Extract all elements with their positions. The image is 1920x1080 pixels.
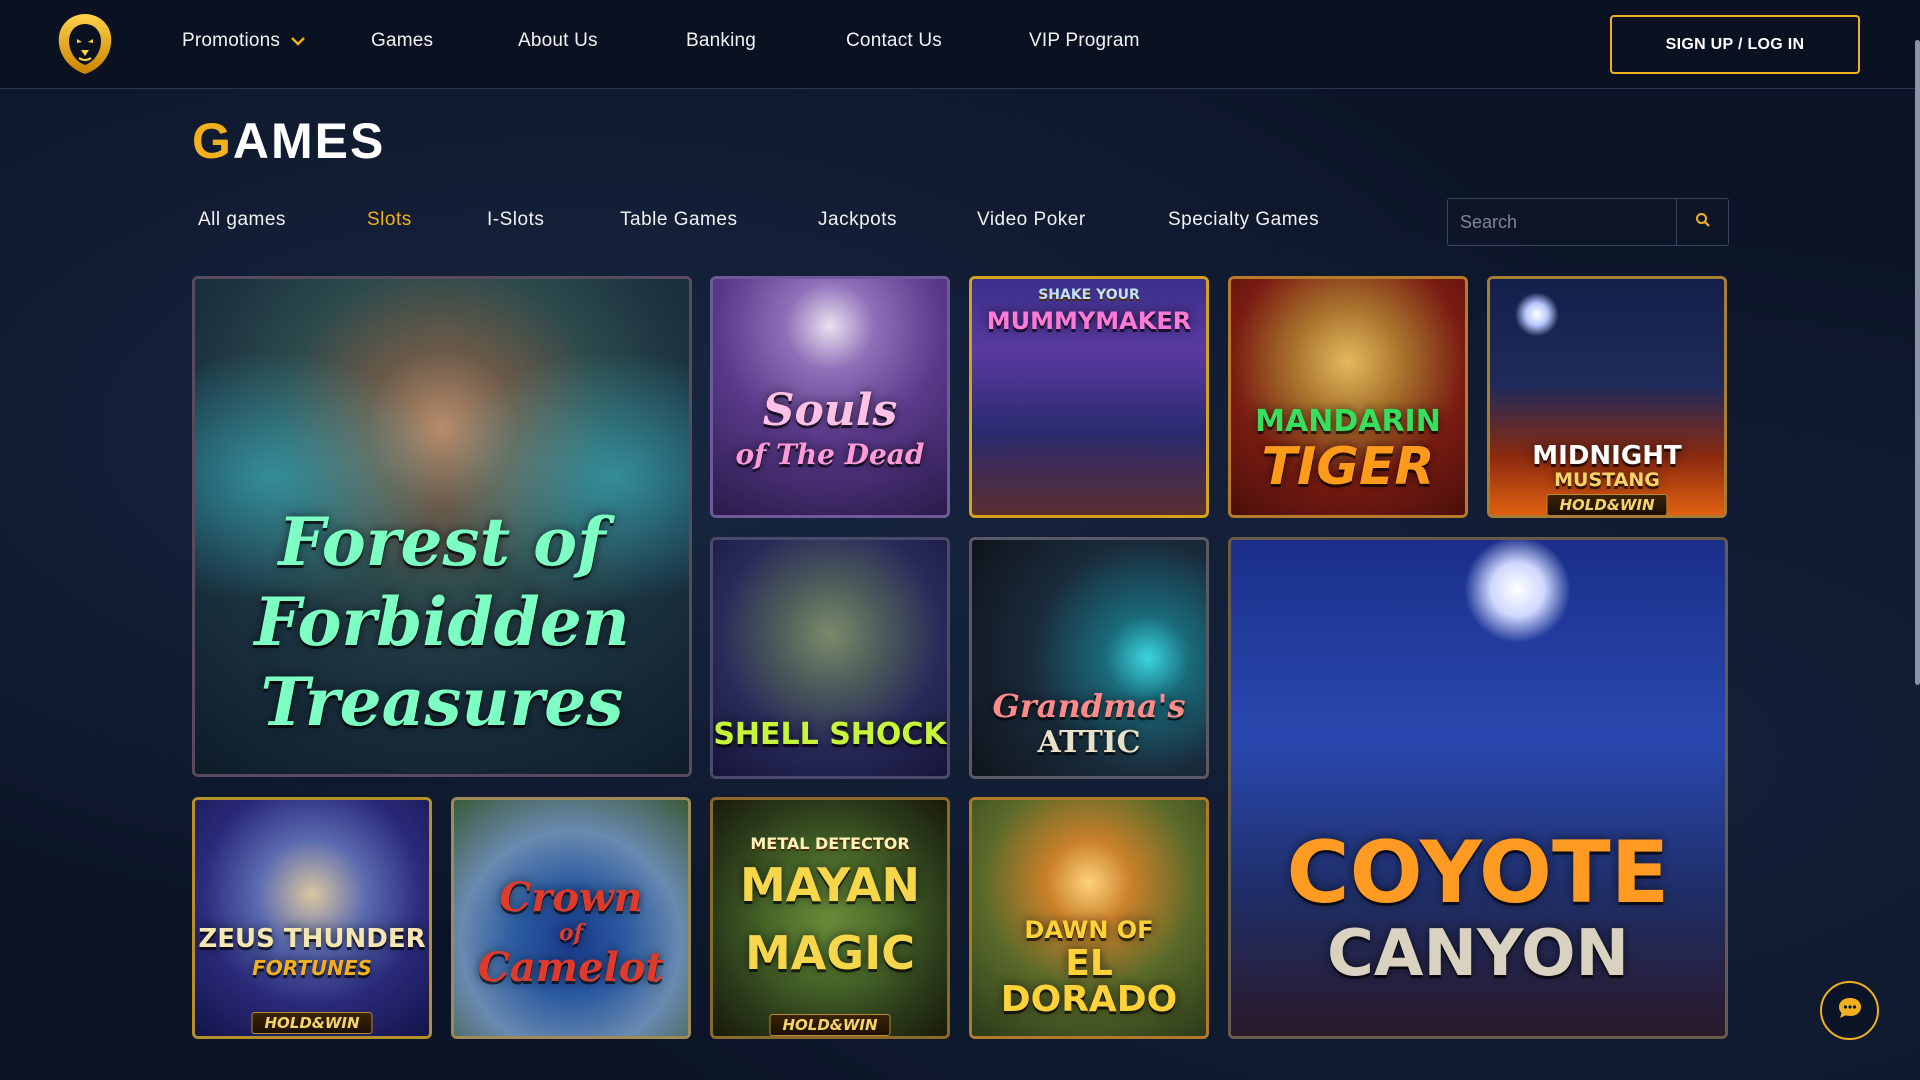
tab-video-poker[interactable]: Video Poker [977,209,1086,231]
search-input[interactable] [1448,199,1676,245]
game-title-line2: EL DORADO [1000,943,1178,1020]
game-tile-dawn-of-el-dorado[interactable]: DAWN OF EL DORADO [969,797,1209,1039]
game-title-line3: Camelot [478,944,664,991]
game-title-line1: Crown [499,874,643,921]
tab-table-games[interactable]: Table Games [620,209,737,231]
game-title-line1: Grandma's [992,687,1186,725]
nav-banking[interactable]: Banking [686,30,756,52]
game-title-line3: Treasures [260,663,624,741]
nav-contact-us[interactable]: Contact Us [846,30,942,52]
tab-all-games[interactable]: All games [198,209,286,231]
game-tile-zeus-thunder-fortunes[interactable]: ZEUS THUNDER FORTUNES HOLD&WIN [192,797,432,1039]
game-title-line1: MIDNIGHT [1532,441,1682,471]
game-title-line2: CANYON [1326,917,1630,991]
game-title-line2: FORTUNES [252,956,372,980]
game-art [195,800,429,1036]
hold-and-win-badge: HOLD&WIN [251,1012,373,1034]
title-accent-letter: G [192,113,233,169]
game-title-line2: MUSTANG [1554,469,1660,491]
game-title-line1: Souls [762,385,898,436]
game-title-line1: MUMMYMAKER [986,307,1192,335]
game-tile-midnight-mustang[interactable]: MIDNIGHT MUSTANG HOLD&WIN [1487,276,1727,518]
game-title-line1: DAWN OF [1024,916,1154,944]
game-title-line2: TIGER [1261,437,1435,497]
game-tile-grandmas-attic[interactable]: Grandma's ATTIC [969,537,1209,779]
game-tile-souls-of-the-dead[interactable]: Souls of The Dead [710,276,950,518]
game-title-line1: SHELL SHOCK [713,717,947,752]
nav-promotions[interactable]: Promotions [182,30,306,52]
game-tile-mandarin-tiger[interactable]: MANDARIN TIGER [1228,276,1468,518]
game-tile-shell-shock[interactable]: SHELL SHOCK [710,537,950,779]
game-title-line2: of [558,920,584,946]
chevron-down-icon [290,30,306,52]
game-title-line2: Forbidden [254,583,630,661]
nav-label: Contact Us [846,30,942,51]
tab-jackpots[interactable]: Jackpots [818,209,897,231]
chat-icon [1837,996,1863,1025]
game-subtitle: SHAKE YOUR [1038,287,1140,303]
game-title-line1: MANDARIN [1255,404,1441,439]
game-title-line1: COYOTE [1286,823,1670,923]
hold-and-win-badge: HOLD&WIN [769,1014,891,1036]
lion-logo-icon[interactable] [57,12,113,76]
page-title: GAMES [192,112,385,170]
hold-and-win-badge: HOLD&WIN [1546,494,1668,515]
game-title-line1: MAYAN [740,858,920,912]
nav-label: Promotions [182,30,281,52]
nav-label: Games [371,30,434,51]
tab-specialty-games[interactable]: Specialty Games [1168,209,1319,231]
game-tile-forest-of-forbidden-treasures[interactable]: Forest of Forbidden Treasures [192,276,692,777]
nav-vip-program[interactable]: VIP Program [1029,30,1140,52]
game-title-line2: of The Dead [735,438,925,471]
nav-label: VIP Program [1029,30,1140,51]
search-button[interactable] [1676,199,1728,245]
game-tile-mayan-magic[interactable]: METAL DETECTOR MAYAN MAGIC HOLD&WIN [710,797,950,1039]
nav-about-us[interactable]: About Us [518,30,598,52]
search-icon [1695,212,1711,233]
nav-label: Banking [686,30,757,51]
nav-label: About Us [518,30,598,51]
game-title-line2: ATTIC [1037,725,1141,760]
tab-slots[interactable]: Slots [367,209,412,231]
game-tile-shake-your-mummymaker[interactable]: SHAKE YOUR MUMMYMAKER [969,276,1209,518]
chat-button[interactable] [1820,981,1879,1040]
page-scrollbar[interactable] [1915,40,1920,685]
game-title-line2: MAGIC [744,926,915,980]
signup-login-button[interactable]: SIGN UP / LOG IN [1610,15,1860,74]
game-tile-coyote-canyon[interactable]: COYOTE CANYON [1228,537,1728,1039]
game-title-line1: ZEUS THUNDER [198,924,426,954]
game-tile-crown-of-camelot[interactable]: Crown of Camelot [451,797,691,1039]
nav-games[interactable]: Games [371,30,433,52]
tab-i-slots[interactable]: I-Slots [487,209,544,231]
game-subtitle: METAL DETECTOR [750,834,910,853]
game-title-line1: Forest of [278,503,606,581]
title-rest: AMES [232,113,386,169]
site-header: Promotions Games About Us Banking Contac… [0,0,1920,89]
search-box [1447,198,1729,246]
